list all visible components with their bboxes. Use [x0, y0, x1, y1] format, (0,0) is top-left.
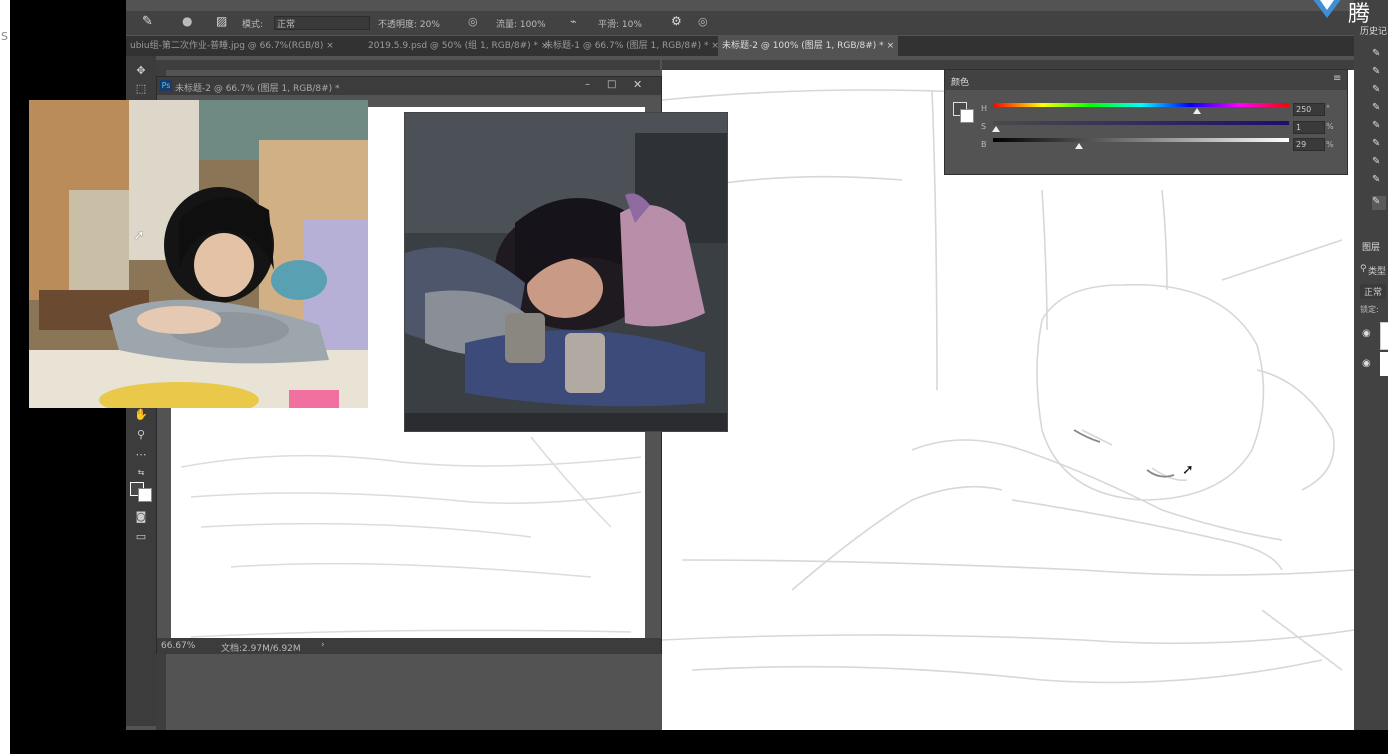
mode-select[interactable]: 正常: [274, 16, 370, 30]
tab-label: ubiu组-第二次作业-普睡.jpg @ 66.7%(RGB/8): [130, 41, 324, 51]
h-slider-track[interactable]: [993, 103, 1289, 107]
lock-label: 锁定:: [1360, 305, 1379, 314]
history-brush-icon[interactable]: ✎: [1372, 174, 1386, 188]
opacity-field[interactable]: 不透明度: 20%: [378, 17, 440, 30]
move-tool-icon[interactable]: ✥: [133, 64, 149, 78]
eye-icon[interactable]: ◉: [1362, 358, 1371, 369]
panel-menu-icon[interactable]: ≡: [1333, 73, 1341, 84]
history-brush-icon[interactable]: ✎: [1372, 120, 1386, 134]
top-right-logo: 腾: [1306, 0, 1388, 27]
right-dock: 历史记 ✎ ✎ ✎ ✎ ✎ ✎ ✎ ✎ ✎ 图层 ⚲ 类型 正常 锁定: ◉ ◉: [1354, 0, 1388, 730]
more-tools-icon[interactable]: ⋯: [133, 448, 149, 462]
b-unit: %: [1326, 140, 1334, 149]
background-color-swatch[interactable]: [138, 488, 152, 502]
history-brush-icon[interactable]: ✎: [1372, 196, 1386, 210]
reference-photo: ➚: [29, 100, 368, 408]
tab-label: 2019.5.9.psd @ 50% (组 1, RGB/8#) *: [368, 41, 539, 51]
history-brush-icon[interactable]: ✎: [1372, 156, 1386, 170]
tab-doc-3[interactable]: 未标题-1 @ 66.7% (图层 1, RGB/8#) * ×: [540, 36, 723, 56]
s-value-field[interactable]: 1: [1293, 121, 1325, 134]
close-icon[interactable]: ×: [887, 41, 895, 51]
painted-reference-image: [405, 113, 727, 431]
s-slider-thumb[interactable]: [991, 126, 1000, 132]
screen-mode-icon[interactable]: ▭: [133, 530, 149, 544]
left-strip: S: [0, 0, 10, 754]
chevron-right-icon[interactable]: ›: [321, 640, 325, 650]
history-brush-icon[interactable]: ✎: [1372, 66, 1386, 80]
minimize-icon[interactable]: –: [585, 79, 590, 90]
mode-label: 模式:: [242, 20, 264, 30]
ps-badge: Ps: [160, 80, 172, 91]
history-brush-icon[interactable]: ✎: [1372, 102, 1386, 116]
smoothing-field[interactable]: 平滑: 10%: [598, 17, 642, 30]
doc-info: 文档:2.97M/6.92M: [221, 644, 301, 654]
status-bar: 66.67% 文档:2.97M/6.92M ›: [157, 638, 661, 654]
floating-window-title: 未标题-2 @ 66.7% (图层 1, RGB/8#) *: [175, 84, 340, 94]
close-icon[interactable]: ×: [326, 41, 334, 51]
s-unit: %: [1326, 122, 1334, 131]
s-label: S: [981, 122, 987, 131]
tab-doc-2[interactable]: 2019.5.9.psd @ 50% (组 1, RGB/8#) * ×: [364, 36, 552, 56]
history-brush-icon[interactable]: ✎: [1372, 84, 1386, 98]
brush-size-icon[interactable]: ●: [182, 14, 192, 28]
history-brush-icon[interactable]: ✎: [1372, 48, 1386, 62]
quick-mask-icon[interactable]: ◙: [133, 510, 149, 524]
cursor-arrow-icon: ➚: [133, 228, 145, 244]
layer-thumbnail[interactable]: [1380, 322, 1388, 350]
document-tabs: ubiu组-第二次作业-普睡.jpg @ 66.7%(RGB/8) × 2019…: [126, 36, 1358, 56]
brush-tool-icon[interactable]: ✎: [142, 14, 153, 29]
marquee-tool-icon[interactable]: ⬚: [133, 82, 149, 96]
play-logo-icon: [1313, 0, 1341, 18]
swap-colors-icon[interactable]: ⇆: [133, 466, 149, 480]
tab-doc-4[interactable]: 未标题-2 @ 100% (图层 1, RGB/8#) * ×: [718, 36, 899, 56]
b-slider-thumb[interactable]: [1074, 143, 1083, 149]
reference-photo-image: [29, 100, 368, 408]
color-panel-header: 颜色 ≡: [945, 70, 1347, 90]
options-bar: ✎ ● ▨ 模式: 正常 不透明度: 20% ◎ 流量: 100% ⌁ 平滑: …: [126, 11, 1358, 35]
tab-label: 未标题-2 @ 100% (图层 1, RGB/8#) *: [722, 41, 884, 51]
floating-window-titlebar[interactable]: Ps 未标题-2 @ 66.7% (图层 1, RGB/8#) * – □ ✕: [157, 77, 661, 95]
b-value-field[interactable]: 29: [1293, 138, 1325, 151]
zoom-tool-icon[interactable]: ⚲: [133, 428, 149, 442]
cursor-move-icon: ➚: [1182, 462, 1194, 478]
layer-thumbnail[interactable]: [1380, 352, 1388, 376]
settings-gear-icon[interactable]: ⚙: [671, 14, 682, 28]
brush-panel-icon[interactable]: ▨: [216, 14, 227, 28]
pressure-opacity-icon[interactable]: ◎: [468, 15, 478, 28]
hand-tool-icon[interactable]: ✋: [133, 408, 149, 422]
b-slider-track[interactable]: [993, 138, 1289, 142]
eye-icon[interactable]: ◉: [1362, 328, 1371, 339]
painted-reference: [404, 112, 728, 432]
h-slider-thumb[interactable]: [1193, 108, 1202, 114]
logo-text: 腾: [1348, 2, 1371, 27]
b-label: B: [981, 140, 987, 149]
color-panel: 颜色 ≡ H 250 ° S 1 % B 29 %: [944, 69, 1348, 175]
h-label: H: [981, 104, 988, 113]
close-icon[interactable]: ✕: [633, 78, 642, 91]
search-icon[interactable]: ⚲: [1360, 264, 1367, 274]
tab-doc-1[interactable]: ubiu组-第二次作业-普睡.jpg @ 66.7%(RGB/8) ×: [126, 36, 338, 56]
h-value-field[interactable]: 250: [1293, 103, 1325, 116]
tab-label: 未标题-1 @ 66.7% (图层 1, RGB/8#) *: [544, 41, 709, 51]
left-strip-letter: S: [1, 30, 8, 43]
flow-field[interactable]: 流量: 100%: [496, 17, 546, 30]
layer-filter-kind[interactable]: 类型: [1368, 264, 1386, 277]
pressure-size-icon[interactable]: ◎: [698, 15, 708, 28]
maximize-icon[interactable]: □: [607, 79, 616, 90]
blend-mode-select[interactable]: 正常: [1360, 284, 1387, 299]
airbrush-icon[interactable]: ⌁: [570, 15, 577, 28]
history-brush-icon[interactable]: ✎: [1372, 138, 1386, 152]
layers-panel-label[interactable]: 图层: [1362, 240, 1380, 253]
panel-bg-swatch[interactable]: [960, 109, 974, 123]
sub-horizontal-ruler: [156, 60, 660, 70]
s-slider-track[interactable]: [993, 121, 1289, 125]
h-unit: °: [1326, 104, 1330, 113]
zoom-readout[interactable]: 66.67%: [161, 641, 195, 651]
color-panel-title[interactable]: 颜色: [951, 75, 969, 88]
